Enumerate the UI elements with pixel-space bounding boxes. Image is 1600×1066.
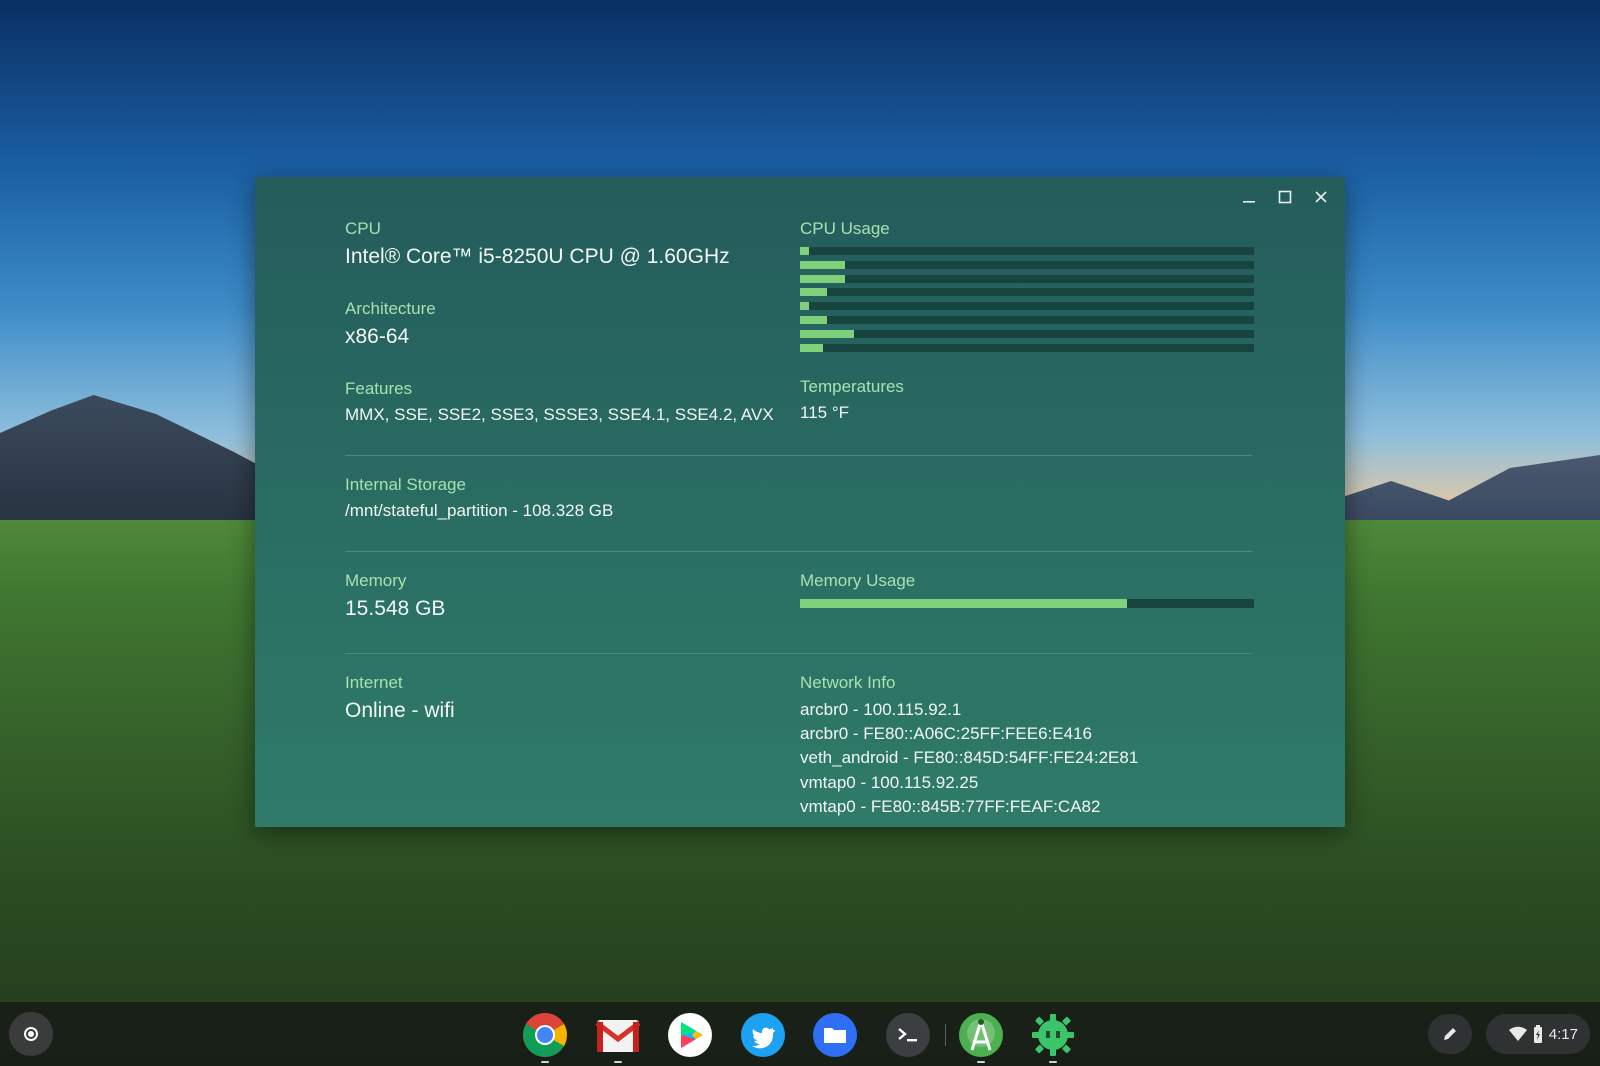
stylus-tools-button[interactable] (1428, 1014, 1472, 1054)
cpu-core-bar (800, 302, 1254, 311)
maximize-button[interactable] (1269, 183, 1301, 211)
stylus-icon (1444, 1028, 1456, 1040)
temperature-value: 115 °F (800, 403, 850, 422)
chrome-icon (523, 1013, 567, 1057)
wifi-icon (1508, 1026, 1527, 1041)
cpu-core-bar-fill (800, 260, 846, 269)
cpu-model-value: Intel® Core™ i5-8250U CPU @ 1.60GHz (345, 245, 730, 268)
memory-label: Memory (345, 571, 407, 590)
section-divider (345, 551, 1252, 552)
minimize-button[interactable] (1233, 183, 1265, 211)
memory-usage-bar (800, 599, 1254, 608)
shelf-app-terminal[interactable] (885, 1012, 931, 1058)
shelf-app-cog[interactable] (1030, 1012, 1076, 1063)
network-line: vmtap0 - FE80::845B:77FF:FEAF:CA82 (800, 796, 1101, 816)
launcher-icon (24, 1027, 38, 1041)
clock-time: 4:17 (1548, 1025, 1578, 1043)
cpu-core-bar-fill (800, 247, 810, 255)
memory-usage-fill (800, 599, 1127, 608)
cpu-core-bar (800, 329, 1254, 338)
section-divider (345, 455, 1252, 456)
cpu-core-bar (800, 288, 1254, 297)
memory-value: 15.548 GB (345, 597, 446, 620)
android-studio-icon (959, 1013, 1003, 1057)
maximize-icon (1278, 190, 1292, 204)
network-line: veth_android - FE80::845D:54FF:FE24:2E81 (800, 748, 1139, 768)
network-info-list: arcbr0 - 100.115.92.1 arcbr0 - FE80::A06… (800, 698, 1260, 819)
cpu-core-bar-fill (800, 302, 810, 311)
cpu-core-bar-fill (800, 343, 823, 352)
network-info-label: Network Info (800, 673, 896, 692)
cpu-core-bar (800, 247, 1254, 255)
cpu-core-bar (800, 260, 1254, 269)
memory-usage-label: Memory Usage (800, 571, 916, 590)
files-icon (813, 1013, 857, 1057)
shelf-separator (945, 1024, 946, 1046)
network-line: vmtap0 - 100.115.92.25 (800, 772, 979, 792)
shelf-app-twitter[interactable] (740, 1012, 786, 1058)
shelf: 4:17 (0, 1002, 1600, 1066)
system-info-window: CPU Intel® Core™ i5-8250U CPU @ 1.60GHz … (255, 177, 1345, 827)
cpu-core-bar (800, 274, 1254, 283)
network-line: arcbr0 - 100.115.92.1 (800, 700, 962, 719)
temperatures-label: Temperatures (800, 377, 904, 396)
shelf-app-files[interactable] (812, 1012, 858, 1058)
close-icon (1315, 191, 1327, 203)
running-indicator (541, 1061, 549, 1063)
cpu-core-bar (800, 343, 1254, 352)
twitter-icon (741, 1013, 785, 1057)
status-tray[interactable]: 4:17 (1486, 1014, 1590, 1054)
cpu-core-bar-fill (800, 288, 828, 297)
cpu-usage-label: CPU Usage (800, 219, 890, 238)
architecture-value: x86-64 (345, 325, 410, 348)
battery-icon (1533, 1025, 1542, 1043)
architecture-label: Architecture (345, 299, 436, 318)
play-store-icon (668, 1013, 712, 1057)
internet-value: Online - wifi (345, 699, 455, 722)
cpu-label: CPU (345, 219, 381, 238)
running-indicator (977, 1061, 985, 1063)
shelf-app-play-store[interactable] (667, 1012, 713, 1058)
cpu-usage-bars (800, 247, 1254, 357)
features-value: MMX, SSE, SSE2, SSE3, SSSE3, SSE4.1, SSE… (345, 405, 774, 424)
cpu-core-bar-fill (800, 329, 855, 338)
running-indicator (614, 1061, 622, 1063)
network-line: arcbr0 - FE80::A06C:25FF:FEE6:E416 (800, 724, 1092, 744)
section-divider (345, 653, 1252, 654)
close-button[interactable] (1305, 183, 1337, 211)
minimize-icon (1243, 201, 1255, 203)
features-label: Features (345, 379, 413, 398)
internet-label: Internet (345, 673, 403, 692)
cog-app-icon (1032, 1014, 1074, 1056)
shelf-app-android-studio[interactable] (958, 1012, 1004, 1063)
launcher-button[interactable] (9, 1012, 53, 1056)
gmail-icon (595, 1020, 641, 1052)
running-indicator (1049, 1061, 1057, 1063)
terminal-icon (886, 1013, 930, 1057)
shelf-app-gmail[interactable] (595, 1012, 641, 1063)
shelf-app-chrome[interactable] (522, 1012, 568, 1063)
storage-value: /mnt/stateful_partition - 108.328 GB (345, 501, 614, 520)
cpu-core-bar (800, 315, 1254, 324)
cpu-core-bar-fill (800, 315, 828, 324)
storage-label: Internal Storage (345, 475, 466, 494)
cpu-core-bar-fill (800, 274, 846, 283)
window-controls (1233, 183, 1337, 211)
